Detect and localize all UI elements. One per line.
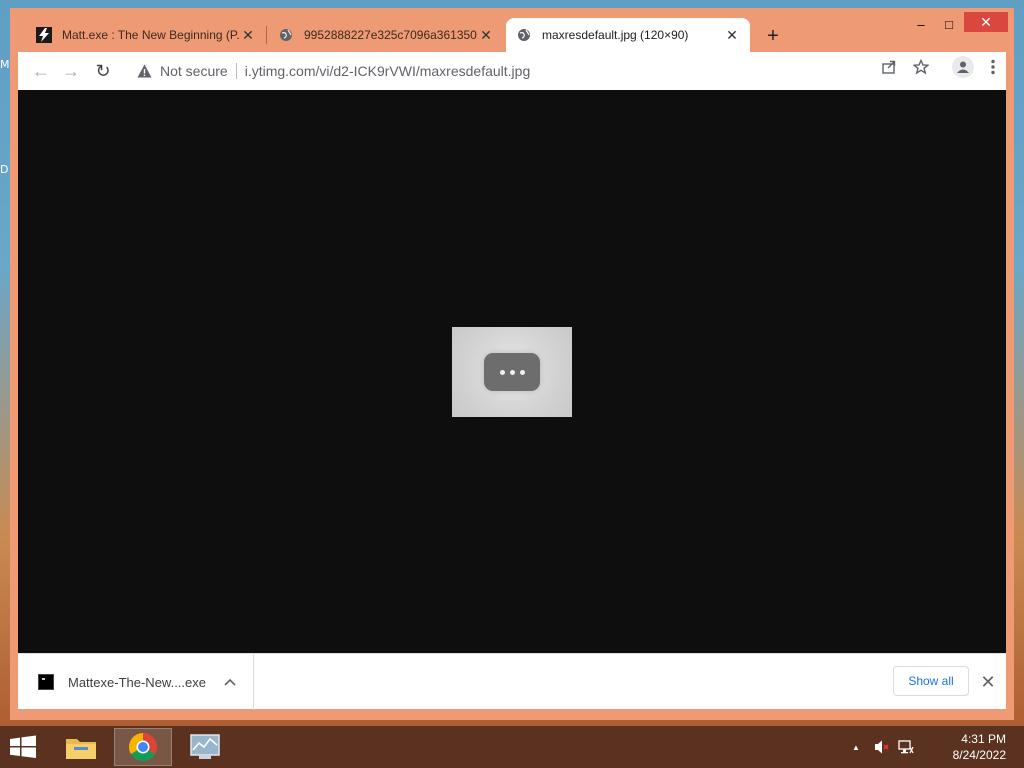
- warning-triangle-icon[interactable]: [136, 63, 152, 79]
- network-icon[interactable]: [898, 726, 914, 768]
- download-shelf: Mattexe-The-New....exe Show all ✕: [18, 653, 1006, 710]
- lightning-logo-icon: [36, 27, 52, 43]
- close-tab-icon[interactable]: ✕: [478, 27, 494, 44]
- tab-divider: [266, 26, 267, 44]
- windows-start-icon[interactable]: [8, 735, 38, 759]
- folder-icon: [66, 739, 96, 759]
- close-download-shelf-button[interactable]: ✕: [976, 670, 1000, 694]
- tab-hash-page[interactable]: 9952888227e325c7096a3613501... ✕: [268, 18, 504, 52]
- browser-window: – □ ✕ Matt.exe : The New Beginning (P...…: [10, 8, 1014, 720]
- show-all-button[interactable]: Show all: [893, 666, 969, 696]
- executable-file-icon: [38, 674, 54, 690]
- globe-icon: [278, 27, 294, 43]
- download-filename: Mattexe-The-New....exe: [68, 674, 206, 690]
- tab-title: maxresdefault.jpg (120×90): [542, 28, 689, 42]
- download-item[interactable]: Mattexe-The-New....exe: [18, 654, 254, 710]
- page-viewport: [18, 90, 1006, 653]
- close-tab-icon[interactable]: ✕: [724, 27, 740, 44]
- address-bar[interactable]: Not secure i.ytimg.com/vi/d2-ICK9rVWI/ma…: [128, 56, 958, 86]
- profile-avatar-icon[interactable]: [952, 56, 974, 78]
- volume-muted-icon[interactable]: [874, 726, 890, 768]
- new-tab-button[interactable]: +: [761, 24, 785, 48]
- ellipsis-icon: [484, 353, 540, 391]
- browser-toolbar: ← → ↻ Not secure i.ytimg.com/vi/d2-ICK9r…: [18, 52, 1006, 90]
- tab-title: Matt.exe : The New Beginning (P...: [62, 28, 240, 42]
- maximize-button[interactable]: □: [936, 14, 962, 34]
- back-button[interactable]: ←: [30, 60, 52, 82]
- url-divider: [235, 63, 237, 79]
- bookmark-star-icon[interactable]: [912, 58, 930, 76]
- file-explorer-taskbar-button[interactable]: [52, 728, 110, 766]
- tray-arrow-icon[interactable]: ▲: [852, 743, 860, 752]
- desktop-icon-label-fragment: D: [0, 163, 9, 176]
- chevron-up-icon[interactable]: [219, 671, 241, 693]
- tab-matt-exe[interactable]: Matt.exe : The New Beginning (P... ✕: [26, 18, 266, 52]
- chrome-icon: [129, 733, 157, 761]
- forward-button[interactable]: →: [60, 60, 82, 82]
- more-options-icon[interactable]: [984, 58, 1002, 76]
- show-hidden-icons-button[interactable]: ▲: [852, 726, 860, 768]
- clock-time: 4:31 PM: [961, 732, 1006, 746]
- url-text[interactable]: i.ytimg.com/vi/d2-ICK9rVWI/maxresdefault…: [245, 63, 531, 79]
- performance-monitor-taskbar-button[interactable]: [176, 728, 234, 766]
- close-window-button[interactable]: ✕: [964, 12, 1008, 32]
- taskbar-clock[interactable]: 4:31 PM 8/24/2022: [953, 731, 1006, 763]
- close-tab-icon[interactable]: ✕: [240, 27, 256, 44]
- security-status-label[interactable]: Not secure: [160, 63, 228, 79]
- tab-strip: Matt.exe : The New Beginning (P... ✕ 995…: [18, 18, 914, 52]
- globe-icon: [516, 27, 532, 43]
- tab-maxresdefault[interactable]: maxresdefault.jpg (120×90) ✕: [506, 18, 750, 52]
- share-icon[interactable]: [880, 58, 898, 76]
- reload-button[interactable]: ↻: [92, 60, 114, 82]
- displayed-image[interactable]: [452, 327, 572, 417]
- chrome-taskbar-button[interactable]: [114, 728, 172, 766]
- desktop-icon-label-fragment: M: [0, 58, 10, 71]
- taskbar: ▲ 4:31 PM 8/24/2022: [0, 726, 1024, 768]
- tab-title: 9952888227e325c7096a3613501...: [304, 28, 478, 42]
- clock-date: 8/24/2022: [952, 748, 1006, 762]
- monitor-chart-icon: [190, 734, 220, 759]
